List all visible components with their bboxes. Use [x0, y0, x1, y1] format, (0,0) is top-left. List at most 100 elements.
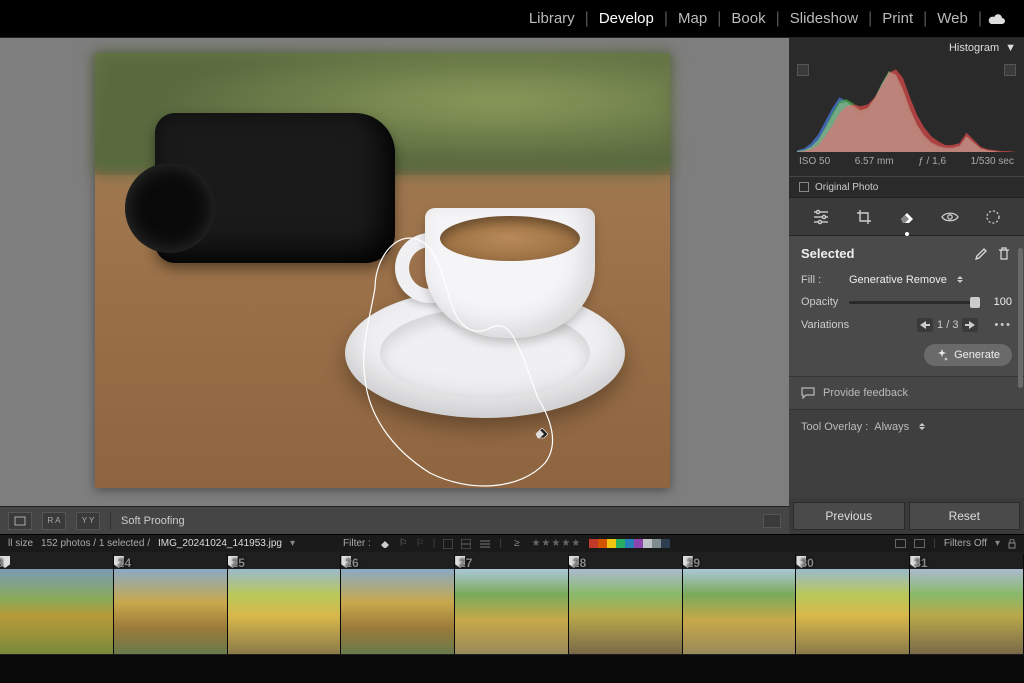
overlay-value[interactable]: Always	[874, 421, 909, 433]
chat-icon	[801, 387, 815, 399]
module-map[interactable]: Map	[668, 10, 717, 27]
rating-gte-icon[interactable]: ≥	[514, 538, 520, 549]
histogram[interactable]: ISO 50 6.57 mm ƒ / 1,6 1/530 sec	[789, 58, 1024, 176]
histogram-header[interactable]: Histogram ▼	[789, 38, 1024, 58]
filter-lock-icon[interactable]	[1008, 539, 1016, 549]
checkbox-icon[interactable]	[799, 182, 809, 192]
filter-sliders-icon[interactable]	[479, 539, 491, 549]
variations-row: Variations 1 / 3 •••	[801, 318, 1012, 332]
filter-misc-icon[interactable]	[443, 539, 453, 549]
slider-thumb[interactable]	[970, 297, 980, 308]
heal-tool-icon[interactable]	[896, 207, 918, 227]
loupe-view-icon[interactable]	[8, 512, 32, 530]
thumb-index: 28	[573, 556, 586, 570]
current-filename[interactable]: IMG_20241024_141953.jpg	[158, 538, 282, 549]
collapse-icon[interactable]: ▼	[1005, 42, 1016, 54]
fill-row[interactable]: Fill : Generative Remove	[801, 273, 1012, 286]
selected-panel: Selected Fill : Generative Remove Opacit…	[789, 236, 1024, 377]
filter-heal-icon[interactable]	[379, 539, 391, 549]
filter-flag-reject-icon[interactable]: ⚐	[416, 538, 425, 549]
color-swatch[interactable]	[661, 539, 670, 548]
clip-shadows-icon[interactable]	[797, 64, 809, 76]
fill-value[interactable]: Generative Remove	[849, 274, 947, 286]
thumb-image	[114, 569, 227, 654]
original-photo-toggle[interactable]: Original Photo	[789, 176, 1024, 198]
color-swatch[interactable]	[607, 539, 616, 548]
opacity-row: Opacity 100	[801, 296, 1012, 308]
filmstrip-info-bar: ll size 152 photos / 1 selected / IMG_20…	[0, 534, 1024, 552]
filmstrip-thumb[interactable]: 30	[796, 554, 910, 654]
more-icon[interactable]: •••	[994, 319, 1012, 331]
previous-button[interactable]: Previous	[793, 502, 905, 530]
photo-subject-camera	[155, 113, 395, 263]
filter-flag-icon[interactable]: ⚐	[399, 538, 408, 549]
thumb-index: 27	[459, 556, 472, 570]
variations-label: Variations	[801, 319, 849, 331]
module-print[interactable]: Print	[872, 10, 923, 27]
crop-tool-icon[interactable]	[853, 207, 875, 227]
filmstrip-thumb[interactable]: 23	[0, 554, 114, 654]
before-after-ra-button[interactable]: R A	[42, 512, 66, 530]
grid-view-icon[interactable]	[895, 539, 906, 548]
filter-label: Filter :	[343, 538, 371, 549]
toolbar-expand-icon[interactable]	[763, 514, 781, 528]
module-develop[interactable]: Develop	[589, 10, 664, 27]
color-swatch[interactable]	[652, 539, 661, 548]
filmstrip[interactable]: 23242526 27 28 293031	[0, 552, 1024, 655]
opacity-slider[interactable]	[849, 301, 980, 304]
filters-off-label[interactable]: Filters Off	[944, 538, 987, 549]
redeye-tool-icon[interactable]	[939, 207, 961, 227]
color-swatch[interactable]	[625, 539, 634, 548]
fill-label: Fill :	[801, 274, 843, 286]
filmstrip-thumb[interactable]: 27	[455, 554, 569, 654]
color-swatch[interactable]	[598, 539, 607, 548]
module-web[interactable]: Web	[927, 10, 978, 27]
color-label-filter[interactable]	[589, 539, 670, 548]
color-swatch[interactable]	[634, 539, 643, 548]
thumb-image	[569, 569, 682, 654]
dropdown-icon[interactable]	[919, 420, 925, 433]
filmstrip-thumb[interactable]: 31	[910, 554, 1024, 654]
tool-overlay-row[interactable]: Tool Overlay : Always	[789, 410, 1024, 443]
filmstrip-thumb[interactable]: 29	[683, 554, 797, 654]
mask-tool-icon[interactable]	[982, 207, 1004, 227]
preview-area[interactable]	[0, 38, 789, 534]
filmstrip-thumb[interactable]: 25	[228, 554, 342, 654]
color-swatch[interactable]	[643, 539, 652, 548]
soft-proofing-label[interactable]: Soft Proofing	[121, 515, 185, 527]
filmstrip-thumb[interactable]: 26	[341, 554, 455, 654]
before-after-yy-button[interactable]: Y Y	[76, 512, 100, 530]
histogram-shutter: 1/530 sec	[971, 156, 1014, 167]
panel-scrollbar[interactable]	[1018, 248, 1023, 388]
histogram-title: Histogram	[949, 42, 999, 54]
brush-icon[interactable]	[974, 247, 988, 261]
histogram-chart	[797, 64, 1016, 152]
compare-view-icon[interactable]	[914, 539, 925, 548]
histogram-iso: ISO 50	[799, 156, 830, 167]
rating-filter[interactable]: ★★★★★	[531, 538, 581, 549]
filter-misc2-icon[interactable]	[461, 539, 471, 549]
dropdown-icon[interactable]	[957, 273, 963, 286]
filmstrip-thumb[interactable]: 28	[569, 554, 683, 654]
photo-count: 152 photos / 1 selected /	[41, 538, 150, 549]
color-swatch[interactable]	[616, 539, 625, 548]
original-photo-label: Original Photo	[815, 182, 878, 193]
cloud-sync-icon[interactable]	[988, 13, 1006, 25]
module-slideshow[interactable]: Slideshow	[780, 10, 868, 27]
generate-button[interactable]: Generate	[924, 344, 1012, 366]
overlay-label: Tool Overlay :	[801, 421, 868, 433]
reset-button[interactable]: Reset	[909, 502, 1021, 530]
filmstrip-thumb[interactable]: 24	[114, 554, 228, 654]
thumb-image	[0, 569, 113, 654]
variation-prev-icon[interactable]	[917, 318, 933, 332]
photo-canvas[interactable]	[95, 53, 670, 488]
variation-next-icon[interactable]	[962, 318, 978, 332]
feedback-row[interactable]: Provide feedback	[789, 377, 1024, 410]
opacity-value[interactable]: 100	[986, 296, 1012, 308]
clip-highlights-icon[interactable]	[1004, 64, 1016, 76]
module-book[interactable]: Book	[721, 10, 775, 27]
edit-sliders-tool-icon[interactable]	[810, 207, 832, 227]
trash-icon[interactable]	[998, 247, 1012, 261]
color-swatch[interactable]	[589, 539, 598, 548]
module-library[interactable]: Library	[519, 10, 585, 27]
